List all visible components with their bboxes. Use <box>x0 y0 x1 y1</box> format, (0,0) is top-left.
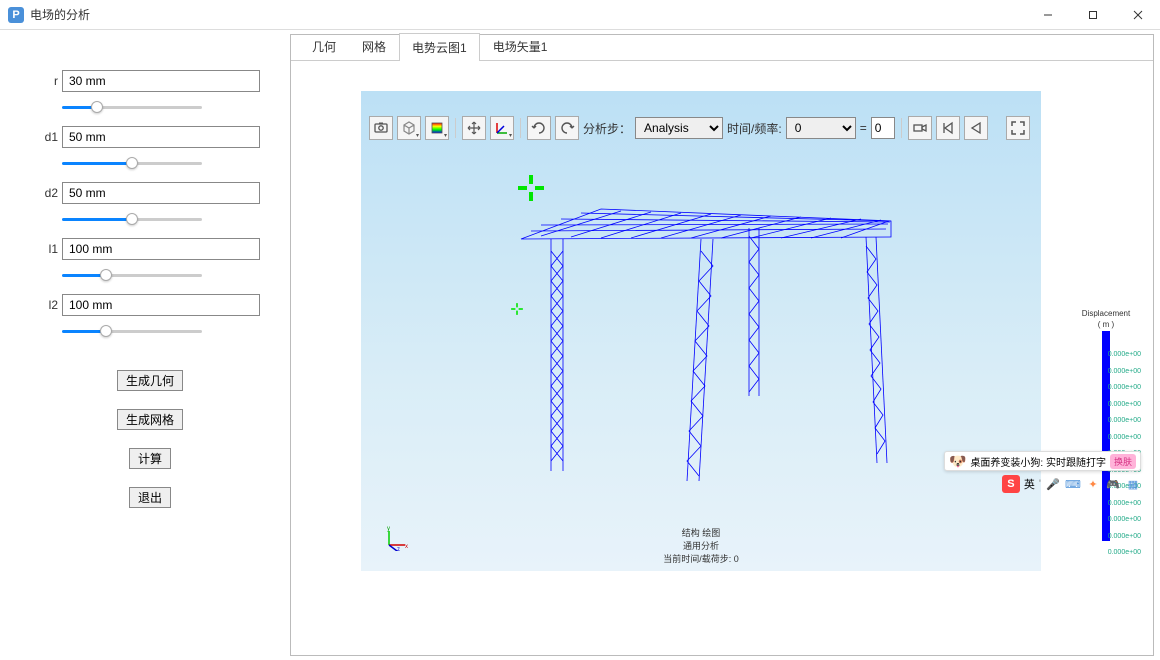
legend-tick: 0.000e+00 <box>1108 529 1141 546</box>
fullscreen-icon[interactable] <box>1006 116 1030 140</box>
axis-triad-icon: y x z <box>383 525 409 551</box>
window-minimize-button[interactable] <box>1025 0 1070 29</box>
game-icon[interactable]: 🎮 <box>1105 476 1121 492</box>
param-input-d1[interactable] <box>62 126 260 148</box>
wireframe-structure <box>361 91 1041 571</box>
record-icon[interactable] <box>908 116 932 140</box>
param-label: d2 <box>40 186 62 200</box>
time-freq-label: 时间/频率: <box>727 120 782 137</box>
window-title: 电场的分析 <box>30 6 90 23</box>
skip-start-icon[interactable] <box>936 116 960 140</box>
title-bar: P 电场的分析 <box>0 0 1160 30</box>
viewport-toolbar: 分析步： Analysis 时间/频率: 0 = <box>369 115 1145 141</box>
color-legend: Displacement ( m ) 0.000e+000.000e+000.0… <box>1071 309 1141 543</box>
param-row-l1: l1 <box>40 238 260 260</box>
param-input-l2[interactable] <box>62 294 260 316</box>
param-input-d2[interactable] <box>62 182 260 204</box>
parameter-panel: r d1 d2 l1 l2 生成几何 生成网格 计算 退出 <box>0 30 290 660</box>
param-label: l2 <box>40 298 62 312</box>
generate-mesh-button[interactable]: 生成网格 <box>117 409 183 430</box>
legend-tick: 0.000e+00 <box>1108 512 1141 529</box>
analysis-step-select[interactable]: Analysis <box>635 117 723 139</box>
viewport-3d[interactable]: y x z 结构 绘图 通用分析 当前时间/载荷步: 0 <box>361 91 1041 571</box>
param-row-r: r <box>40 70 260 92</box>
play-back-icon[interactable] <box>964 116 988 140</box>
target-cross-icon <box>516 173 546 203</box>
mic-icon[interactable]: 🎤 <box>1045 476 1061 492</box>
param-slider-d1[interactable] <box>62 161 202 165</box>
svg-text:y: y <box>387 526 390 532</box>
ime-toolbar[interactable]: S 英 ' 🎤 ⌨ ✦ 🎮 ▦ <box>1002 473 1141 495</box>
screenshot-icon[interactable] <box>369 116 393 140</box>
svg-text:z: z <box>397 547 400 551</box>
app-icon: P <box>8 7 24 23</box>
keyboard-icon[interactable]: ⌨ <box>1065 476 1081 492</box>
tab-bar: 几何网格电势云图1电场矢量1 <box>291 35 1153 61</box>
target-cross-small-icon <box>509 301 525 317</box>
param-label: l1 <box>40 242 62 256</box>
legend-tick: 0.000e+00 <box>1108 545 1141 562</box>
equals-label: = <box>860 121 867 135</box>
param-label: r <box>40 74 62 88</box>
ime-lang-label: 英 <box>1024 476 1035 492</box>
param-slider-d2[interactable] <box>62 217 202 221</box>
svg-text:x: x <box>405 544 408 550</box>
viewport-caption: 结构 绘图 通用分析 当前时间/载荷步: 0 <box>663 526 739 565</box>
param-slider-l1[interactable] <box>62 273 202 277</box>
param-input-r[interactable] <box>62 70 260 92</box>
compute-button[interactable]: 计算 <box>129 448 171 469</box>
param-row-d1: d1 <box>40 126 260 148</box>
legend-tick: 0.000e+00 <box>1108 496 1141 513</box>
param-slider-r[interactable] <box>62 105 202 109</box>
axes-icon[interactable] <box>490 116 514 140</box>
param-row-d2: d2 <box>40 182 260 204</box>
window-maximize-button[interactable] <box>1070 0 1115 29</box>
legend-tick: 0.000e+00 <box>1108 413 1141 430</box>
content-area: 几何网格电势云图1电场矢量1 分析步： Analysis 时间/频率: 0 = <box>290 34 1154 656</box>
legend-tick: 0.000e+00 <box>1108 430 1141 447</box>
param-label: d1 <box>40 130 62 144</box>
param-input-l1[interactable] <box>62 238 260 260</box>
ime-banner-badge[interactable]: 换肤 <box>1110 454 1136 469</box>
puzzle-icon[interactable]: ✦ <box>1085 476 1101 492</box>
exit-button[interactable]: 退出 <box>129 487 171 508</box>
grid-icon[interactable]: ▦ <box>1125 476 1141 492</box>
analysis-step-label: 分析步： <box>583 120 631 137</box>
frame-input[interactable] <box>871 117 895 139</box>
legend-tick: 0.000e+00 <box>1108 380 1141 397</box>
colormap-icon[interactable] <box>425 116 449 140</box>
tab-3[interactable]: 电场矢量1 <box>480 32 561 60</box>
legend-tick: 0.000e+00 <box>1108 364 1141 381</box>
tab-0[interactable]: 几何 <box>299 32 349 60</box>
rotate-cw-icon[interactable] <box>555 116 579 140</box>
rotate-ccw-icon[interactable] <box>527 116 551 140</box>
pan-icon[interactable] <box>462 116 486 140</box>
generate-geometry-button[interactable]: 生成几何 <box>117 370 183 391</box>
ime-banner-text: 桌面养变装小狗: 实时跟随打字 <box>970 454 1106 469</box>
tab-2[interactable]: 电势云图1 <box>399 33 480 61</box>
param-row-l2: l2 <box>40 294 260 316</box>
window-close-button[interactable] <box>1115 0 1160 29</box>
legend-tick: 0.000e+00 <box>1108 397 1141 414</box>
sogou-logo-icon: S <box>1002 475 1020 493</box>
param-slider-l2[interactable] <box>62 329 202 333</box>
time-freq-select[interactable]: 0 <box>786 117 856 139</box>
view-cube-icon[interactable] <box>397 116 421 140</box>
tab-1[interactable]: 网格 <box>349 32 399 60</box>
legend-tick: 0.000e+00 <box>1108 347 1141 364</box>
ime-banner[interactable]: 🐶 桌面养变装小狗: 实时跟随打字 换肤 <box>944 451 1141 471</box>
